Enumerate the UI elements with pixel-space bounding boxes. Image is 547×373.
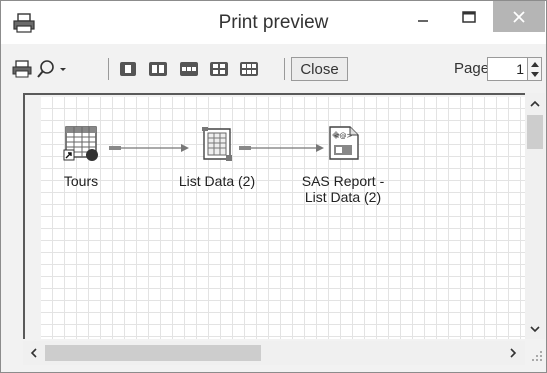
node-label: SAS Report - List Data (2) xyxy=(301,173,385,205)
three-pages-icon xyxy=(180,62,198,76)
title-bar: Print preview xyxy=(1,1,546,44)
three-pages-button[interactable] xyxy=(178,56,200,82)
horizontal-scroll-thumb[interactable] xyxy=(45,345,261,361)
toolbar-separator xyxy=(284,58,285,80)
minimize-icon xyxy=(418,19,428,22)
node-label: List Data (2) xyxy=(178,173,256,189)
two-pages-icon xyxy=(149,62,167,76)
scroll-right-icon[interactable] xyxy=(503,341,523,365)
page-number-input[interactable]: 1 xyxy=(487,57,529,81)
table-icon xyxy=(63,126,98,161)
toolbar-separator xyxy=(108,58,109,80)
zoom-button[interactable] xyxy=(35,56,71,82)
page-spinner[interactable] xyxy=(527,57,542,81)
flow-node-list-data[interactable]: List Data (2) xyxy=(165,125,269,189)
maximize-button[interactable] xyxy=(447,1,491,32)
two-pages-button[interactable] xyxy=(147,56,169,82)
flow-node-tours[interactable]: Tours xyxy=(51,125,111,189)
scroll-left-icon[interactable] xyxy=(23,341,43,365)
magnifier-dropdown-icon xyxy=(37,60,66,78)
one-page-icon xyxy=(120,62,136,76)
sas-report-icon: <@> xyxy=(329,126,359,160)
close-preview-button[interactable]: Close xyxy=(291,57,348,81)
list-data-icon xyxy=(202,127,232,161)
one-page-button[interactable] xyxy=(117,56,139,82)
four-pages-button[interactable] xyxy=(208,56,230,82)
minimize-button[interactable] xyxy=(401,1,445,32)
resize-grip-icon[interactable] xyxy=(527,343,545,363)
spin-up-icon[interactable] xyxy=(528,58,541,69)
toolbar: Close Page 1 xyxy=(1,56,546,82)
printer-icon xyxy=(12,60,32,78)
flow-node-sas-report[interactable]: <@> SAS Report - List Data (2) xyxy=(291,125,395,205)
preview-page: Tours List Data (2) <@> SAS Report - Lis… xyxy=(41,97,525,339)
vertical-scrollbar[interactable] xyxy=(525,93,545,339)
spin-down-icon[interactable] xyxy=(528,69,541,80)
vertical-scroll-thumb[interactable] xyxy=(527,115,543,149)
scroll-down-icon[interactable] xyxy=(525,319,545,339)
node-label: Tours xyxy=(63,173,99,189)
flow-connectors xyxy=(109,144,324,152)
scroll-up-icon[interactable] xyxy=(525,93,545,113)
maximize-icon xyxy=(462,10,476,23)
print-button[interactable] xyxy=(11,56,33,82)
close-icon xyxy=(513,10,525,23)
page-label: Page xyxy=(454,60,490,77)
close-window-button[interactable] xyxy=(493,1,545,32)
print-preview-window: Print preview Close Page 1 Tours List Da… xyxy=(0,0,547,373)
six-pages-icon xyxy=(240,62,258,76)
six-pages-button[interactable] xyxy=(238,56,260,82)
four-pages-icon xyxy=(210,62,228,76)
svg-text:<@>: <@> xyxy=(334,132,353,140)
horizontal-scrollbar[interactable] xyxy=(23,341,525,365)
